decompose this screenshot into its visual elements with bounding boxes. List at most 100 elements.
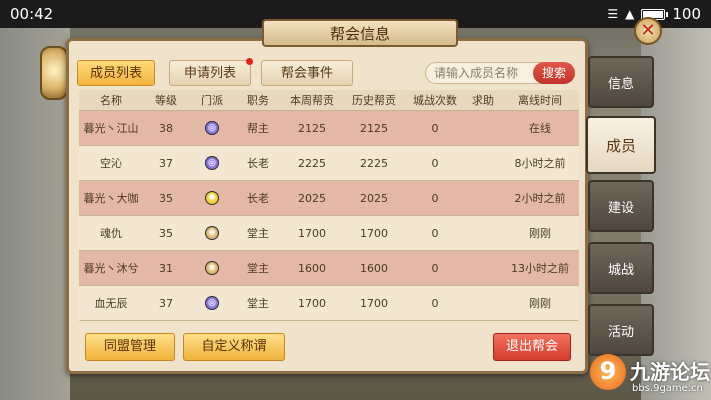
notification-dot: [246, 58, 253, 65]
search-input[interactable]: [434, 65, 532, 81]
member-role: 长老: [247, 157, 269, 170]
member-name: 魂仇: [100, 227, 122, 240]
member-sect: ◎: [189, 121, 235, 135]
member-sect: ❀: [189, 261, 235, 275]
guild-panel: 成员列表 申请列表 帮会事件 搜索 名称 等级 门派 职务 本周帮贡 历史帮贡 …: [66, 38, 588, 374]
side-tab-construction[interactable]: 建设: [588, 180, 654, 232]
member-weekly-contribution: 1700: [298, 226, 326, 240]
gold-lotus-emblem-icon: ❀: [205, 261, 219, 275]
purple-swirl-emblem-icon: ◎: [205, 156, 219, 170]
member-role: 堂主: [247, 227, 269, 240]
member-total-contribution: 1700: [360, 226, 388, 240]
header-city-war-count: 城战次数: [413, 94, 457, 107]
table-row[interactable]: 暮光丶大咖 35 ✺ 长老 2025 2025 0 2小时之前: [79, 181, 579, 216]
table-header: 名称 等级 门派 职务 本周帮贡 历史帮贡 城战次数 求助 离线时间: [79, 90, 579, 111]
member-role: 堂主: [247, 262, 269, 275]
battery-level: 100: [672, 5, 701, 23]
member-total-contribution: 2125: [360, 121, 388, 135]
header-name: 名称: [100, 94, 122, 107]
purple-swirl-emblem-icon: ◎: [205, 296, 219, 310]
tab-guild-events[interactable]: 帮会事件: [261, 60, 353, 86]
member-city-war-count: 0: [431, 226, 439, 240]
tab-application-list[interactable]: 申请列表: [169, 58, 253, 86]
table-row[interactable]: 魂仇 35 ❀ 堂主 1700 1700 0 刚刚: [79, 216, 579, 251]
member-weekly-contribution: 1600: [298, 261, 326, 275]
forum-logo-icon: 9: [590, 354, 626, 390]
search-button[interactable]: 搜索: [533, 62, 575, 84]
member-level: 38: [159, 121, 173, 135]
purple-swirl-emblem-icon: ◎: [205, 121, 219, 135]
member-offline-time: 刚刚: [529, 227, 551, 240]
side-tab-members[interactable]: 成员: [586, 116, 656, 174]
member-name: 暮光丶大咖: [83, 192, 139, 205]
alliance-management-button[interactable]: 同盟管理: [85, 333, 175, 361]
table-row[interactable]: 血无辰 37 ◎ 堂主 1700 1700 0 刚刚: [79, 286, 579, 321]
lantern-icon: [40, 46, 68, 100]
member-search: 搜索: [425, 62, 575, 84]
member-offline-time: 13小时之前: [511, 262, 569, 275]
member-level: 35: [159, 226, 173, 240]
member-weekly-contribution: 2225: [298, 156, 326, 170]
member-weekly-contribution: 2125: [298, 121, 326, 135]
member-sect: ❀: [189, 226, 235, 240]
member-level: 31: [159, 261, 173, 275]
header-help: 求助: [472, 94, 494, 107]
side-tab-city-war-label: 城战: [607, 262, 634, 278]
watermark-title: 九游论坛: [630, 360, 710, 384]
member-sect: ◎: [189, 156, 235, 170]
table-row[interactable]: 暮光丶沐兮 31 ❀ 堂主 1600 1600 0 13小时之前: [79, 251, 579, 286]
wifi-icon: ☰: [607, 7, 619, 21]
member-name: 暮光丶江山: [83, 122, 139, 135]
member-table: 名称 等级 门派 职务 本周帮贡 历史帮贡 城战次数 求助 离线时间 暮光丶江山…: [79, 90, 579, 322]
member-sect: ◎: [189, 296, 235, 310]
tab-member-list-label: 成员列表: [89, 66, 142, 81]
side-tab-info[interactable]: 信息: [588, 56, 654, 108]
tab-member-list[interactable]: 成员列表: [77, 60, 155, 86]
header-role: 职务: [247, 94, 269, 107]
header-sect: 门派: [201, 94, 223, 107]
gold-lotus-emblem-icon: ❀: [205, 226, 219, 240]
leave-guild-button[interactable]: 退出帮会: [493, 333, 571, 361]
member-role: 长老: [247, 192, 269, 205]
panel-title: 帮会信息: [262, 19, 458, 47]
table-body: 暮光丶江山 38 ◎ 帮主 2125 2125 0 在线 空沁 37 ◎ 长老 2225 2225 0 8小时…: [79, 111, 579, 321]
member-total-contribution: 2025: [360, 191, 388, 205]
member-total-contribution: 2225: [360, 156, 388, 170]
custom-title-button[interactable]: 自定义称谓: [183, 333, 285, 361]
header-level: 等级: [155, 94, 177, 107]
member-total-contribution: 1600: [360, 261, 388, 275]
member-level: 35: [159, 191, 173, 205]
member-city-war-count: 0: [431, 261, 439, 275]
tab-application-list-label: 申请列表: [183, 66, 236, 81]
signal-icon: ▲: [625, 7, 635, 21]
member-weekly-contribution: 1700: [298, 296, 326, 310]
member-role: 帮主: [247, 122, 269, 135]
member-offline-time: 2小时之前: [514, 192, 566, 205]
close-icon[interactable]: ✕: [634, 17, 662, 45]
status-time: 00:42: [10, 5, 54, 23]
member-weekly-contribution: 2025: [298, 191, 326, 205]
table-row[interactable]: 空沁 37 ◎ 长老 2225 2225 0 8小时之前: [79, 146, 579, 181]
member-total-contribution: 1700: [360, 296, 388, 310]
member-name: 暮光丶沐兮: [83, 262, 139, 275]
member-offline-time: 8小时之前: [514, 157, 566, 170]
header-offline-time: 离线时间: [518, 94, 562, 107]
member-city-war-count: 0: [431, 156, 439, 170]
member-offline-time: 在线: [529, 122, 551, 135]
tab-guild-events-label: 帮会事件: [280, 66, 333, 81]
member-name: 血无辰: [94, 297, 128, 310]
member-level: 37: [159, 156, 173, 170]
member-offline-time: 刚刚: [529, 297, 551, 310]
table-row[interactable]: 暮光丶江山 38 ◎ 帮主 2125 2125 0 在线: [79, 111, 579, 146]
header-total-contribution: 历史帮贡: [352, 94, 396, 107]
side-tab-construction-label: 建设: [607, 200, 634, 216]
watermark-url: bbs.9game.cn: [632, 383, 703, 394]
side-tab-members-label: 成员: [605, 136, 636, 155]
side-tab-city-war[interactable]: 城战: [588, 242, 654, 294]
member-level: 37: [159, 296, 173, 310]
member-city-war-count: 0: [431, 121, 439, 135]
member-role: 堂主: [247, 297, 269, 310]
side-tab-activity[interactable]: 活动: [588, 304, 654, 356]
side-tab-info-label: 信息: [607, 76, 634, 92]
side-tab-activity-label: 活动: [607, 324, 634, 340]
